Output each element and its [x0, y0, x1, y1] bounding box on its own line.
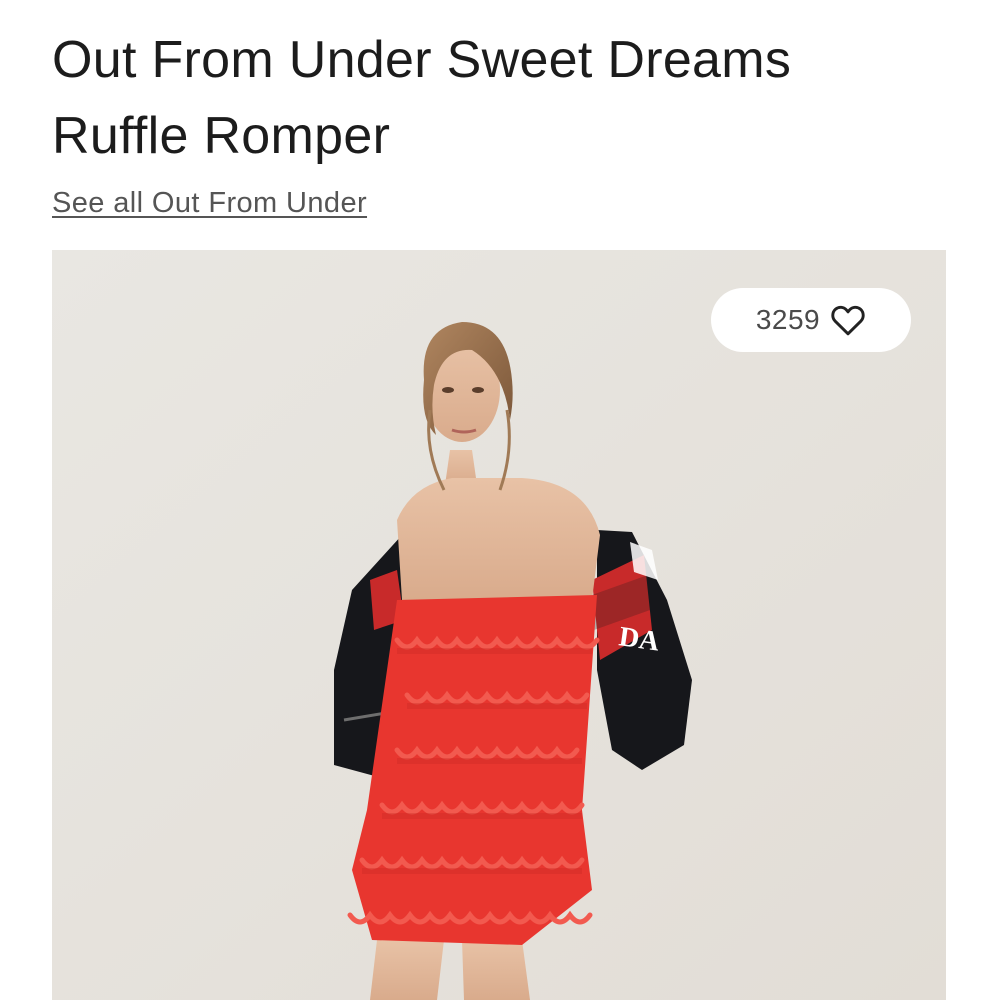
product-title-line-2: Ruffle Romper — [52, 107, 391, 165]
heart-icon — [831, 305, 865, 336]
product-title-line-1: Out From Under Sweet Dreams — [52, 31, 792, 89]
product-image[interactable]: DA 3259 — [52, 250, 946, 1000]
product-title: Out From Under Sweet Dreams Ruffle Rompe… — [52, 22, 952, 174]
see-all-brand-link[interactable]: See all Out From Under — [52, 184, 367, 222]
product-photo: DA — [52, 250, 946, 1000]
product-page: Out From Under Sweet Dreams Ruffle Rompe… — [0, 0, 1000, 1000]
like-button[interactable]: 3259 — [711, 288, 911, 352]
like-count: 3259 — [755, 304, 821, 335]
jacket-lettering: DA — [617, 621, 662, 657]
